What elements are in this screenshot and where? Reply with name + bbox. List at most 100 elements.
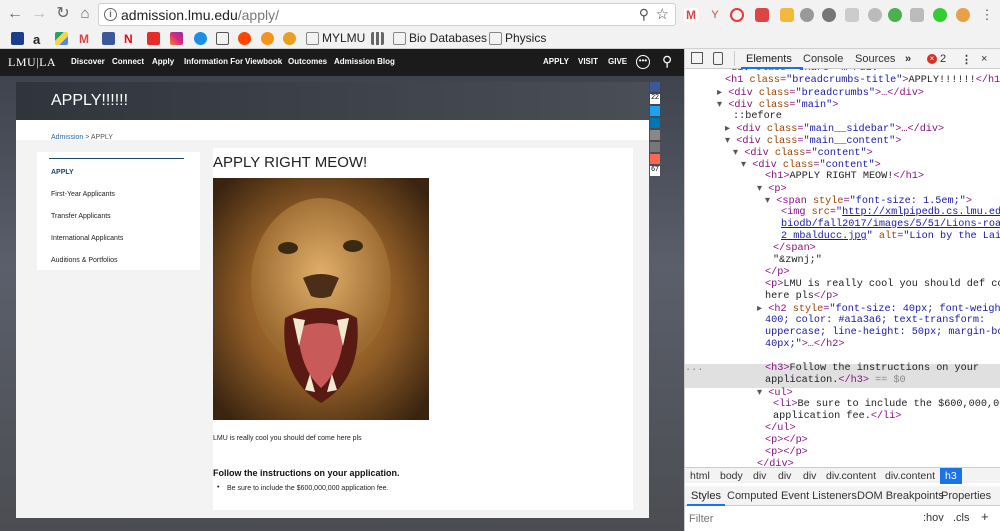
tab-sources[interactable]: Sources — [855, 53, 895, 65]
new-style-rule-icon[interactable]: + — [981, 509, 989, 524]
more-icon[interactable]: ••• — [636, 55, 650, 69]
nav-connect[interactable]: Connect — [112, 57, 144, 66]
nav-apply[interactable]: Apply — [152, 57, 174, 66]
apps-grid-icon[interactable] — [371, 32, 384, 45]
plus-share-icon[interactable] — [650, 154, 660, 164]
facebook-icon[interactable] — [102, 32, 115, 45]
sidebar-item-auditions[interactable]: Auditions & Portfolios — [51, 257, 118, 264]
bookmark-physics[interactable]: Physics — [505, 31, 546, 45]
site-nav: LMU|LA Discover Connect Apply Informatio… — [0, 49, 684, 76]
mail-badge-extension-icon[interactable] — [755, 8, 769, 22]
round-extension-icon[interactable] — [868, 8, 882, 22]
info-icon[interactable]: i — [104, 8, 117, 21]
sidebar-item-transfer[interactable]: Transfer Applicants — [51, 213, 111, 220]
hov-toggle[interactable]: :hov — [923, 512, 944, 524]
filter-input[interactable] — [689, 511, 889, 527]
web-page: LMU|LA Discover Connect Apply Informatio… — [0, 49, 684, 531]
more-tabs-icon[interactable]: » — [905, 53, 911, 65]
crumb-h3[interactable]: h3 — [940, 468, 962, 484]
back-button[interactable]: ← — [6, 5, 24, 23]
gear-icon[interactable] — [261, 32, 274, 45]
close-devtools-icon[interactable]: × — [981, 53, 987, 65]
tab-elements[interactable]: Elements — [746, 53, 792, 65]
sidebar-item-first-year[interactable]: First-Year Applicants — [51, 191, 115, 198]
bulb-extension-icon[interactable] — [822, 8, 836, 22]
gmail-icon[interactable]: M — [79, 32, 92, 46]
crumb-div[interactable]: div — [803, 470, 816, 482]
cls-toggle[interactable]: .cls — [953, 512, 970, 524]
nav-apply-right[interactable]: APPLY — [543, 57, 569, 66]
devtools-tabs: Elements Console Sources » × 2 ⋮ × — [685, 49, 1000, 69]
email-share-icon[interactable] — [650, 130, 660, 140]
crumb-div-content[interactable]: div.content — [885, 470, 935, 482]
mail-icon[interactable] — [216, 32, 229, 45]
crumb-div-content[interactable]: div.content — [826, 470, 876, 482]
devtools-menu-icon[interactable]: ⋮ — [961, 53, 972, 66]
address-bar[interactable]: i admission.lmu.edu/apply/ ⚲ ☆ — [98, 3, 676, 26]
facebook-share-icon[interactable] — [650, 82, 660, 92]
twitter-share-icon[interactable] — [650, 106, 660, 116]
tab-dom-breakpoints[interactable]: DOM Breakpoints — [857, 490, 944, 502]
folder-extension-icon[interactable] — [780, 8, 794, 22]
nav-admission-blog[interactable]: Admission Blog — [334, 57, 395, 66]
bookmark-icon[interactable] — [11, 32, 24, 45]
sidebar-item-international[interactable]: International Applicants — [51, 235, 123, 242]
devtools-panel: Elements Console Sources » × 2 ⋮ × <div … — [684, 49, 1000, 531]
nav-discover[interactable]: Discover — [71, 57, 105, 66]
inspect-element-icon[interactable] — [691, 52, 703, 64]
bookmark-star-icon[interactable]: ☆ — [656, 5, 669, 23]
drive-icon[interactable] — [55, 32, 68, 45]
bitcoin-icon[interactable] — [283, 32, 296, 45]
page-icon[interactable] — [489, 32, 502, 45]
opera-extension-icon[interactable] — [730, 8, 744, 22]
home-button[interactable]: ⌂ — [76, 5, 94, 23]
profile-icon[interactable] — [956, 8, 970, 22]
nav-visit[interactable]: VISIT — [578, 57, 598, 66]
page-icon[interactable] — [393, 32, 406, 45]
bookmark-mylmu[interactable]: MYLMU — [322, 31, 365, 45]
hero-banner: APPLY!!!!!! — [16, 82, 649, 120]
tab-console[interactable]: Console — [803, 53, 843, 65]
gmail-extension-icon[interactable]: M — [684, 8, 698, 22]
crumb-html[interactable]: html — [690, 470, 710, 482]
n-extension-icon[interactable] — [845, 8, 859, 22]
folder-icon[interactable] — [306, 32, 319, 45]
nav-viewbook[interactable]: Viewbook — [245, 57, 282, 66]
nav-information-for[interactable]: Information For — [184, 57, 243, 66]
tab-styles[interactable]: Styles — [691, 490, 721, 502]
error-count[interactable]: 2 — [940, 53, 946, 65]
menu-icon[interactable]: ⋮ — [980, 8, 994, 22]
sidebar-item-apply[interactable]: APPLY — [51, 169, 74, 176]
nav-give[interactable]: GIVE — [608, 57, 627, 66]
nav-outcomes[interactable]: Outcomes — [288, 57, 327, 66]
green-extension-icon[interactable] — [888, 8, 902, 22]
search-icon[interactable]: ⚲ — [662, 53, 672, 70]
tab-event-listeners[interactable]: Event Listeners — [781, 490, 857, 502]
k-extension-icon[interactable] — [910, 8, 924, 22]
y-extension-icon[interactable]: Y — [708, 8, 722, 22]
tab-properties[interactable]: Properties — [941, 490, 991, 502]
site-logo[interactable]: LMU|LA — [8, 55, 56, 70]
crumb-body[interactable]: body — [720, 470, 743, 482]
content: APPLY RIGHT MEOW! LMU is really cool you… — [213, 148, 633, 510]
error-icon[interactable]: × — [927, 54, 937, 64]
bookmark-bio-databases[interactable]: Bio Databases — [409, 31, 487, 45]
pandora-icon[interactable] — [194, 32, 207, 45]
linkedin-share-icon[interactable] — [650, 118, 660, 128]
youtube-icon[interactable] — [147, 32, 160, 45]
amazon-icon[interactable]: a — [33, 32, 46, 47]
device-toolbar-icon[interactable] — [713, 52, 723, 65]
instagram-icon[interactable] — [170, 32, 183, 45]
reload-button[interactable]: ↻ — [54, 5, 72, 23]
styles-tabs: Styles Computed Event Listeners DOM Brea… — [685, 486, 1000, 506]
crumb-div[interactable]: div — [753, 470, 766, 482]
gray-extension-icon[interactable] — [800, 8, 814, 22]
tab-computed[interactable]: Computed — [727, 490, 778, 502]
forward-button[interactable]: → — [30, 5, 48, 23]
crumb-div[interactable]: div — [778, 470, 791, 482]
print-share-icon[interactable] — [650, 142, 660, 152]
netflix-icon[interactable]: N — [124, 32, 137, 46]
reddit-icon[interactable] — [238, 32, 251, 45]
d-extension-icon[interactable] — [933, 8, 947, 22]
search-icon[interactable]: ⚲ — [639, 6, 649, 23]
